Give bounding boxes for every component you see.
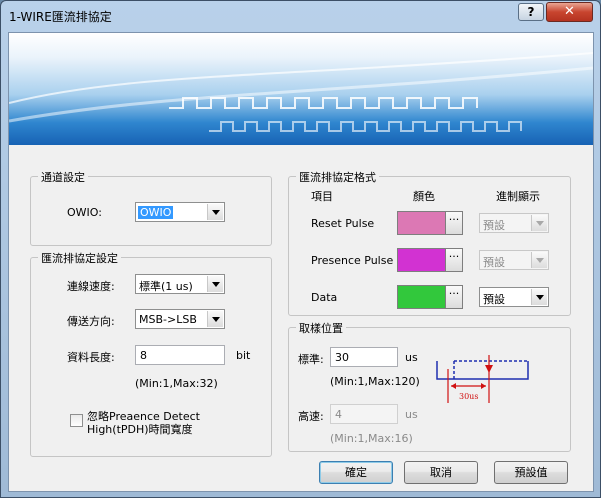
col-color-header: 顏色 xyxy=(413,190,435,203)
reset-pulse-color-picker-button[interactable]: ··· xyxy=(445,211,463,235)
chevron-down-icon xyxy=(207,311,223,327)
close-button[interactable]: ✕ xyxy=(546,2,593,22)
direction-select[interactable]: MSB->LSB xyxy=(135,309,225,329)
length-unit: bit xyxy=(236,349,251,362)
high-speed-range: (Min:1,Max:16) xyxy=(330,432,413,445)
help-button[interactable]: ? xyxy=(518,3,544,21)
channel-settings-title: 通道設定 xyxy=(38,169,88,185)
high-speed-label: 高速: xyxy=(298,410,324,423)
reset-pulse-radix-select: 預設 xyxy=(479,213,549,233)
title-bar[interactable]: 1-WIRE匯流排協定 ? ✕ xyxy=(1,1,600,31)
col-item-header: 項目 xyxy=(311,190,333,203)
diagram-30us-label: 30us xyxy=(459,392,478,401)
chevron-down-icon xyxy=(207,276,223,292)
ignore-pdh-label-line2[interactable]: High(tPDH)時間寬度 xyxy=(87,421,193,437)
chevron-down-icon xyxy=(531,289,547,305)
standard-unit: us xyxy=(405,351,418,364)
sampling-timing-diagram: 30us xyxy=(436,355,529,403)
defaults-button[interactable]: 預設值 xyxy=(494,461,568,484)
sampling-position-group: 取樣位置 標準: 30 us (Min:1,Max:120) 高速: 4 us … xyxy=(288,320,571,452)
high-speed-sample-input: 4 xyxy=(330,404,398,424)
chevron-down-icon xyxy=(531,215,547,231)
data-color-picker-button[interactable]: ··· xyxy=(445,285,463,309)
ok-button[interactable]: 確定 xyxy=(319,461,393,484)
dialog-window: 1-WIRE匯流排協定 ? ✕ 通道設定 OWIO: OWIO 匯流排協定設定 xyxy=(0,0,601,498)
cancel-button[interactable]: 取消 xyxy=(404,461,478,484)
chevron-down-icon xyxy=(207,204,223,220)
standard-sample-input[interactable]: 30 xyxy=(330,347,398,367)
bus-settings-group: 匯流排協定設定 連線速度: 標準(1 us) 傳送方向: MSB->LSB 資料… xyxy=(30,250,272,457)
presence-pulse-radix-select: 預設 xyxy=(479,250,549,270)
high-speed-unit: us xyxy=(405,408,418,421)
protocol-format-group: 匯流排協定格式 項目 顏色 進制顯示 Reset Pulse ··· 預設 Pr… xyxy=(288,169,571,316)
col-radix-header: 進制顯示 xyxy=(496,190,540,203)
window-title: 1-WIRE匯流排協定 xyxy=(9,10,112,24)
standard-range: (Min:1,Max:120) xyxy=(330,375,420,388)
data-radix-select[interactable]: 預設 xyxy=(479,287,549,307)
standard-label: 標準: xyxy=(298,353,324,366)
data-label: Data xyxy=(311,291,338,304)
ignore-pdh-checkbox[interactable] xyxy=(70,414,83,427)
owio-select[interactable]: OWIO xyxy=(135,202,225,222)
speed-select[interactable]: 標準(1 us) xyxy=(135,274,225,294)
direction-label: 傳送方向: xyxy=(67,315,115,328)
length-range: (Min:1,Max:32) xyxy=(135,377,218,390)
speed-label: 連線速度: xyxy=(67,280,115,293)
chevron-down-icon xyxy=(531,252,547,268)
waveform-banner-graphic xyxy=(9,52,593,132)
protocol-format-title: 匯流排協定格式 xyxy=(296,169,379,185)
presence-pulse-color-picker-button[interactable]: ··· xyxy=(445,248,463,272)
header-banner xyxy=(9,33,593,145)
presence-pulse-label: Presence Pulse xyxy=(311,254,394,267)
sampling-position-title: 取樣位置 xyxy=(296,320,346,336)
owio-label: OWIO: xyxy=(67,206,102,219)
length-input[interactable]: 8 xyxy=(135,345,225,365)
reset-pulse-label: Reset Pulse xyxy=(311,217,375,230)
dialog-client: 通道設定 OWIO: OWIO 匯流排協定設定 連線速度: 標準(1 us) 傳… xyxy=(8,32,594,492)
bus-settings-title: 匯流排協定設定 xyxy=(38,250,121,266)
channel-settings-group: 通道設定 OWIO: OWIO xyxy=(30,169,272,246)
length-label: 資料長度: xyxy=(67,351,115,364)
